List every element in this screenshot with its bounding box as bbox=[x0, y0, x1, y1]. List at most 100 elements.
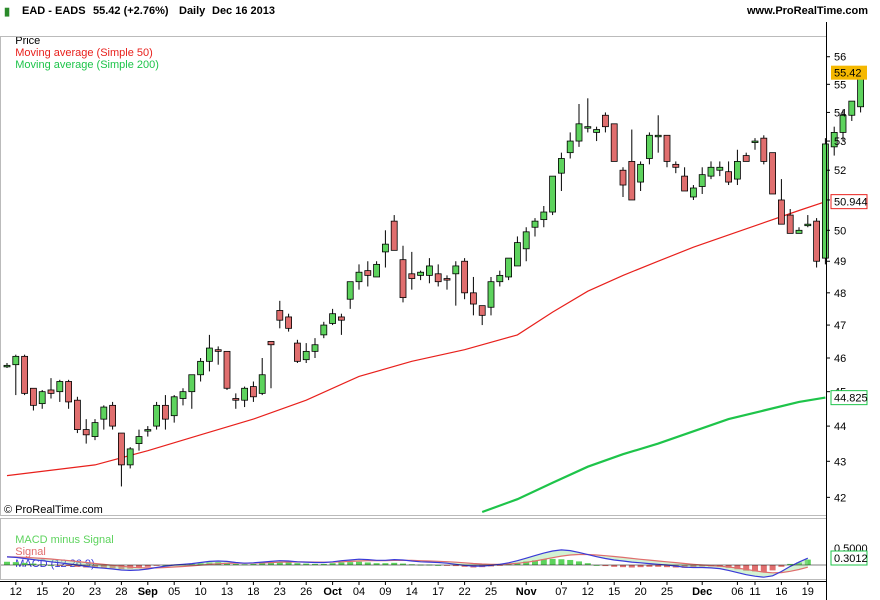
candle-body bbox=[179, 391, 187, 399]
candle bbox=[293, 339, 301, 364]
candle-body bbox=[249, 386, 257, 398]
time-tick-label: 15 bbox=[36, 586, 48, 598]
candle bbox=[91, 419, 99, 441]
candle bbox=[197, 358, 205, 382]
candle bbox=[188, 374, 196, 409]
candle-body bbox=[698, 174, 706, 187]
candle-body bbox=[118, 432, 125, 466]
candle-body bbox=[452, 265, 460, 275]
candle-body bbox=[285, 316, 293, 329]
candle-body bbox=[399, 259, 407, 299]
candle-body bbox=[654, 134, 662, 138]
candle bbox=[610, 123, 618, 162]
candle bbox=[734, 149, 741, 186]
candle bbox=[522, 227, 530, 262]
last-price-tag: 55.42 bbox=[834, 68, 862, 80]
candle-body bbox=[848, 100, 856, 116]
candle bbox=[531, 218, 539, 237]
candle bbox=[795, 227, 803, 234]
candle-body bbox=[65, 381, 72, 403]
time-tick-label: 12 bbox=[10, 586, 22, 598]
candle bbox=[619, 167, 627, 197]
macd-hist-bar bbox=[338, 562, 345, 565]
ma200-tag: 44.825 bbox=[834, 393, 868, 405]
candle-body bbox=[531, 220, 539, 228]
candle bbox=[443, 275, 451, 290]
macd-hist-bar bbox=[285, 562, 292, 565]
candle bbox=[223, 350, 231, 390]
candle bbox=[487, 276, 495, 316]
macd-hist-bar bbox=[391, 562, 398, 565]
time-tick-label: 10 bbox=[194, 586, 206, 598]
candle bbox=[373, 261, 381, 278]
time-tick-label: 05 bbox=[168, 586, 180, 598]
candle-body bbox=[109, 404, 116, 427]
macd-tag-value: 0.3012 bbox=[834, 553, 868, 565]
candle bbox=[654, 115, 662, 153]
candle-body bbox=[205, 347, 213, 362]
candle bbox=[760, 135, 768, 165]
candle-body bbox=[293, 342, 301, 362]
candle-body bbox=[734, 161, 741, 180]
candle-body bbox=[302, 350, 310, 361]
time-tick-label: 11 bbox=[749, 586, 760, 598]
candle bbox=[249, 381, 257, 402]
candle-body bbox=[223, 350, 231, 389]
macd-hist-bar bbox=[637, 565, 644, 568]
time-tick-label: 19 bbox=[802, 586, 814, 598]
macd-hist-bar bbox=[4, 561, 10, 565]
macd-pane bbox=[0, 549, 826, 578]
candle bbox=[681, 167, 688, 192]
time-tick-label: 28 bbox=[115, 586, 127, 598]
time-tick-label: 25 bbox=[661, 586, 673, 598]
candle bbox=[417, 270, 425, 281]
price-tick-label: 49 bbox=[834, 256, 846, 268]
candle-body bbox=[373, 263, 381, 278]
candle bbox=[558, 152, 565, 191]
price-tick-label: 54 bbox=[834, 107, 846, 119]
macd-hist-bar bbox=[628, 565, 635, 568]
candle bbox=[100, 405, 108, 430]
candle-body bbox=[751, 140, 759, 143]
candle-body bbox=[778, 199, 785, 225]
candle-body bbox=[434, 273, 442, 283]
candle bbox=[716, 161, 724, 177]
candle-body bbox=[637, 163, 644, 183]
time-tick-label: 20 bbox=[634, 586, 646, 598]
candle bbox=[549, 175, 556, 216]
candle-body bbox=[258, 374, 266, 394]
candle-body bbox=[311, 344, 319, 352]
candle bbox=[346, 281, 354, 309]
time-tick-label: 12 bbox=[582, 586, 594, 598]
candle-body bbox=[540, 211, 548, 221]
candle-body bbox=[566, 140, 574, 154]
candle bbox=[469, 276, 477, 316]
price-pane bbox=[3, 67, 864, 514]
macd-hist-bar bbox=[21, 562, 28, 565]
time-tick-label: 13 bbox=[221, 586, 233, 598]
candle-body bbox=[135, 436, 143, 444]
candle bbox=[276, 300, 284, 329]
time-tick-label: 16 bbox=[775, 586, 787, 598]
candle bbox=[584, 98, 592, 133]
candle-body bbox=[514, 242, 521, 267]
candle bbox=[505, 257, 513, 281]
candle-body bbox=[337, 316, 345, 321]
candle-body bbox=[461, 260, 469, 294]
candle-body bbox=[74, 399, 81, 430]
macd-hist-bar bbox=[364, 562, 371, 565]
time-tick-label: 14 bbox=[406, 586, 418, 598]
candle bbox=[478, 305, 486, 326]
candle bbox=[434, 264, 442, 287]
candle bbox=[337, 313, 345, 335]
macd-hist-bar bbox=[567, 559, 574, 565]
price-chart[interactable]: 42434445464748495051525354555644.82550.9… bbox=[0, 0, 880, 600]
candle-body bbox=[610, 123, 618, 162]
price-tick-label: 52 bbox=[834, 165, 846, 177]
candle bbox=[144, 426, 152, 437]
candle-body bbox=[646, 134, 653, 159]
candle-body bbox=[558, 158, 565, 174]
price-tick-label: 47 bbox=[834, 320, 846, 332]
time-tick-label: 25 bbox=[485, 586, 497, 598]
candle bbox=[593, 126, 600, 142]
